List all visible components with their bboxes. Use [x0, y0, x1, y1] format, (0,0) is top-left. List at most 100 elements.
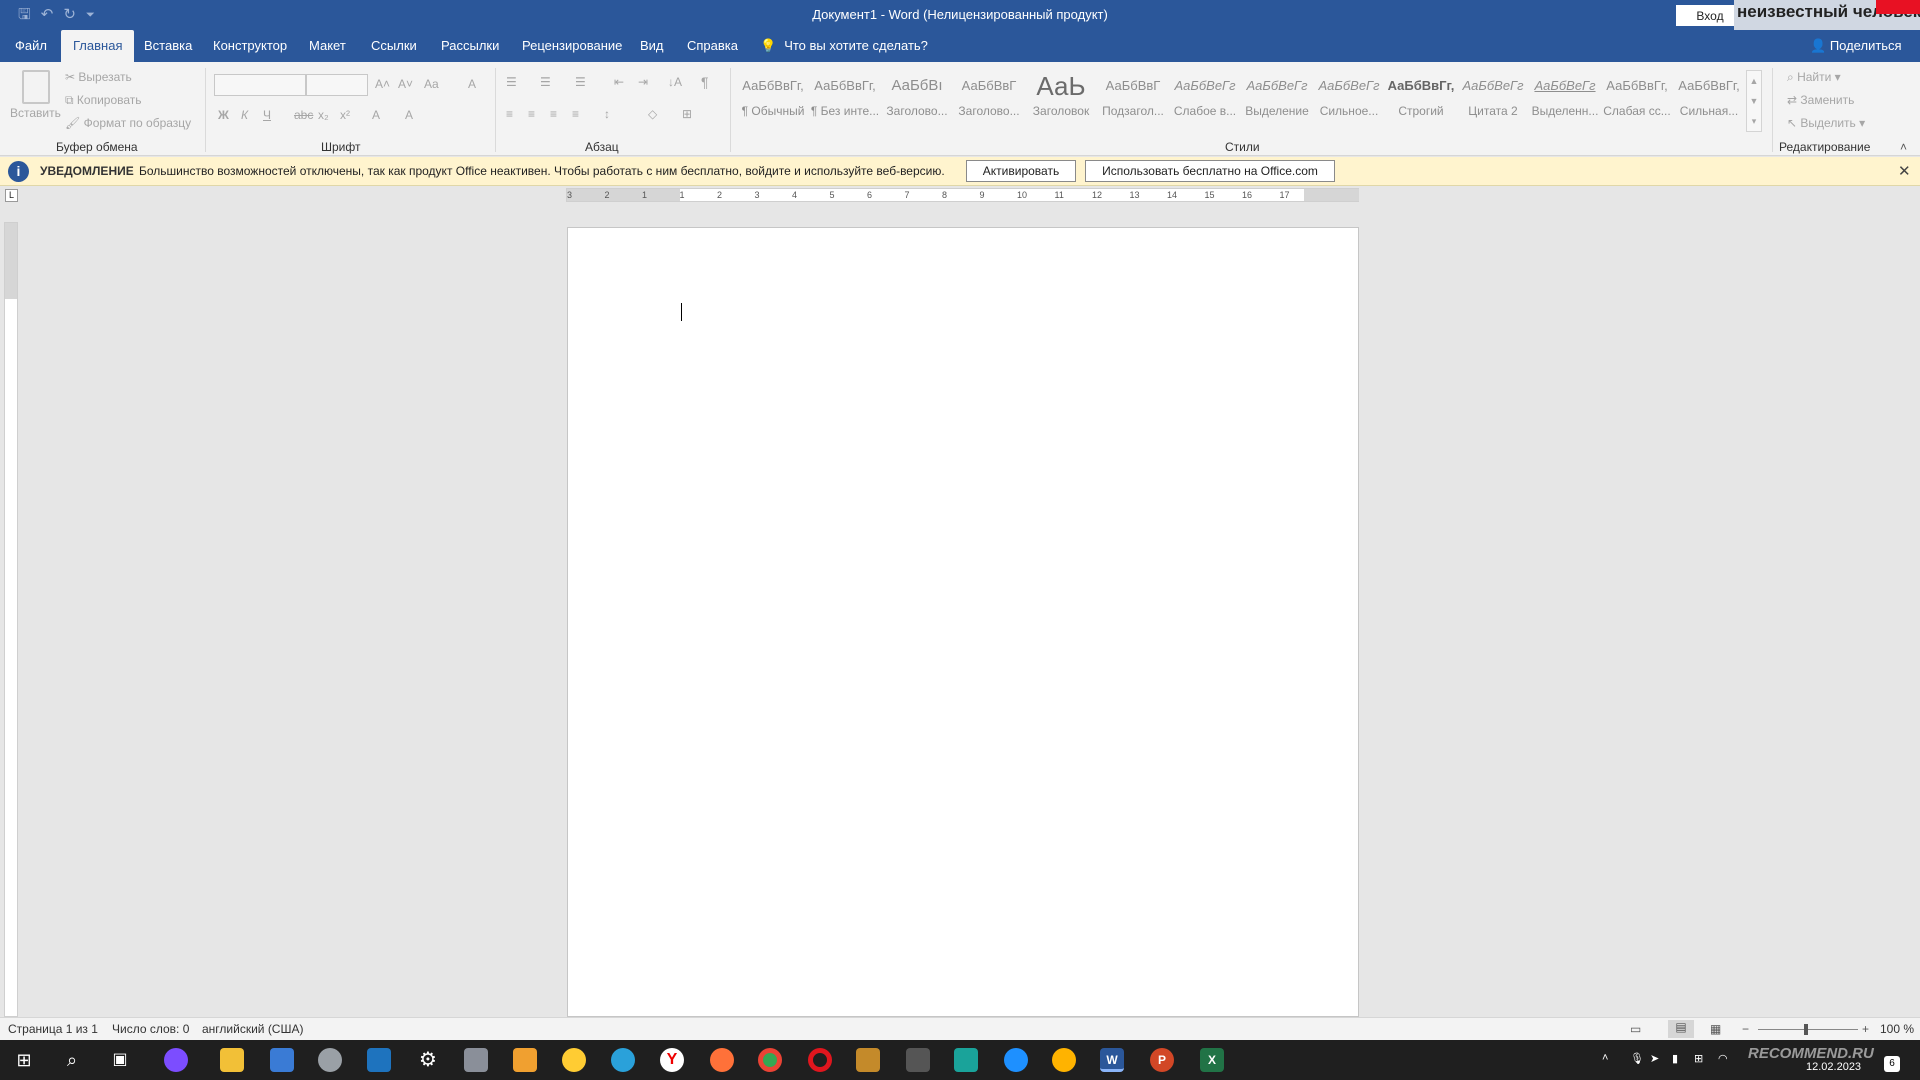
vertical-ruler[interactable] — [4, 222, 18, 1017]
search-icon[interactable]: ⌕ — [60, 1048, 84, 1072]
tab-mailings[interactable]: Рассылки — [441, 30, 499, 62]
style-item[interactable]: АаБбВеГг Выделенн... — [1530, 68, 1600, 130]
tab-layout[interactable]: Макет — [309, 30, 346, 62]
close-notification-icon[interactable]: ✕ — [1898, 162, 1911, 180]
style-item[interactable]: АаБбВеГг Сильное... — [1314, 68, 1384, 130]
tab-home[interactable]: Главная — [61, 30, 135, 62]
find-button[interactable]: ⌕ Найти ▾ — [1787, 70, 1841, 85]
collapse-ribbon-icon[interactable]: ˄ — [1900, 140, 1907, 154]
game-app-icon[interactable] — [856, 1048, 880, 1072]
alice-assistant-icon[interactable] — [164, 1048, 188, 1072]
excel-app-icon[interactable]: X — [1200, 1048, 1224, 1072]
copy-button[interactable]: ⧉ Копировать — [65, 93, 142, 108]
format-painter-button[interactable]: 🖌 Формат по образцу — [65, 116, 191, 130]
style-item[interactable]: АаБбВвГ Заголово... — [954, 68, 1024, 130]
shrink-font-button[interactable]: A˅ — [398, 77, 413, 91]
style-item[interactable]: АаБбВвГг, Сильная... — [1674, 68, 1744, 130]
styles-scroll[interactable]: ▲ ▼ ▾ — [1746, 70, 1762, 132]
tab-file[interactable]: Файл — [15, 30, 47, 62]
wifi-icon[interactable]: ◠ — [1718, 1052, 1728, 1065]
tab-view[interactable]: Вид — [640, 30, 664, 62]
file-explorer-icon[interactable] — [220, 1048, 244, 1072]
tell-me-search[interactable]: 💡 Что вы хотите сделать? — [760, 30, 928, 62]
line-spacing-icon[interactable]: ↕ — [604, 107, 610, 121]
use-free-button[interactable]: Использовать бесплатно на Office.com — [1085, 160, 1335, 182]
text-effects-button[interactable]: A — [372, 108, 380, 122]
web-layout-icon[interactable]: ▦ — [1710, 1022, 1721, 1036]
opera-icon[interactable] — [808, 1048, 832, 1072]
zoom-slider[interactable] — [1758, 1029, 1858, 1030]
language-indicator[interactable]: английский (США) — [202, 1022, 303, 1036]
strikethrough-button[interactable]: abc — [294, 108, 313, 122]
font-color-button[interactable]: A — [405, 108, 413, 122]
horizontal-ruler[interactable]: 3 2 1 1 2 3 4 5 6 7 8 9 10 11 12 13 14 15 16 17 — [566, 188, 1359, 202]
style-item[interactable]: АаБбВвГг, ¶ Без инте... — [810, 68, 880, 130]
media-app-icon[interactable] — [954, 1048, 978, 1072]
network-icon[interactable]: ⊞ — [1694, 1052, 1703, 1065]
windows-start-icon[interactable]: ⊞ — [12, 1048, 36, 1072]
microphone-icon[interactable]: 🎙 — [1630, 1052, 1644, 1065]
tab-review[interactable]: Рецензирование — [522, 30, 622, 62]
media-player-icon[interactable] — [513, 1048, 537, 1072]
style-item[interactable]: АаБбВвГг, Слабая сс... — [1602, 68, 1672, 130]
style-item[interactable]: АаБбВеГг Слабое в... — [1170, 68, 1240, 130]
tab-help[interactable]: Справка — [687, 30, 738, 62]
powerpoint-app-icon[interactable]: P — [1150, 1048, 1174, 1072]
style-item[interactable]: АаБбВеГг Выделение — [1242, 68, 1312, 130]
italic-button[interactable]: К — [241, 108, 248, 122]
app-window-icon[interactable] — [270, 1048, 294, 1072]
show-marks-button[interactable]: ¶ — [701, 74, 709, 90]
app-globe-icon[interactable] — [318, 1048, 342, 1072]
telegram-icon[interactable] — [611, 1048, 635, 1072]
tab-insert[interactable]: Вставка — [144, 30, 192, 62]
document-page[interactable] — [567, 227, 1359, 1017]
gun-app-icon[interactable] — [906, 1048, 930, 1072]
tab-selector[interactable]: L — [5, 189, 18, 202]
app-screen-icon[interactable] — [464, 1048, 488, 1072]
zoom-slider-thumb[interactable] — [1804, 1024, 1808, 1035]
style-item[interactable]: АаБбВвГг, Строгий — [1386, 68, 1456, 130]
tab-references[interactable]: Ссылки — [371, 30, 417, 62]
bold-button[interactable]: Ж — [218, 108, 229, 122]
chrome-icon[interactable] — [758, 1048, 782, 1072]
zoom-level[interactable]: 100 % — [1880, 1022, 1914, 1036]
paste-button[interactable]: Вставить — [10, 106, 61, 120]
tray-chevron-icon[interactable]: ˄ — [1602, 1052, 1608, 1064]
sort-button[interactable]: ↓A — [668, 75, 682, 89]
align-left-icon[interactable]: ≡ — [506, 107, 513, 121]
tray-telegram-icon[interactable]: ➤ — [1650, 1052, 1659, 1065]
style-item[interactable]: АаБбВвГ Подзагол... — [1098, 68, 1168, 130]
font-name-combo[interactable] — [214, 74, 306, 96]
share-button[interactable]: 👤 Поделиться — [1810, 30, 1902, 62]
yandex-browser-icon[interactable]: Y — [660, 1048, 684, 1072]
word-app-icon[interactable]: W — [1100, 1048, 1124, 1072]
justify-icon[interactable]: ≡ — [572, 107, 579, 121]
select-button[interactable]: ↖ Выделить ▾ — [1787, 116, 1865, 130]
notification-count-badge[interactable]: 6 — [1884, 1056, 1900, 1072]
app-blue-icon[interactable] — [1004, 1048, 1028, 1072]
style-item[interactable]: АаЬ Заголовок — [1026, 68, 1096, 130]
shading-icon[interactable]: ◇ — [648, 107, 657, 121]
zoom-in-button[interactable]: + — [1862, 1022, 1869, 1036]
read-mode-icon[interactable]: ▭ — [1630, 1022, 1641, 1036]
battery-icon[interactable]: ▮ — [1672, 1052, 1678, 1065]
task-view-icon[interactable]: ▣ — [108, 1048, 132, 1072]
bullets-icon[interactable]: ☰ — [506, 75, 517, 89]
decrease-indent-icon[interactable]: ⇤ — [614, 75, 624, 89]
tab-design[interactable]: Конструктор — [213, 30, 287, 62]
style-item[interactable]: АаБбВеГг Цитата 2 — [1458, 68, 1528, 130]
activate-button[interactable]: Активировать — [966, 160, 1076, 182]
borders-icon[interactable]: ⊞ — [682, 107, 692, 121]
underline-button[interactable]: Ч — [263, 108, 271, 122]
increase-indent-icon[interactable]: ⇥ — [638, 75, 648, 89]
change-case-button[interactable]: Aa — [424, 77, 439, 91]
firefox-icon[interactable] — [710, 1048, 734, 1072]
word-count[interactable]: Число слов: 0 — [112, 1022, 189, 1036]
calculator-icon[interactable] — [367, 1048, 391, 1072]
replace-button[interactable]: ⇄ Заменить — [1787, 93, 1854, 107]
music-app-icon[interactable] — [1052, 1048, 1076, 1072]
style-item[interactable]: АаБбВвГг, ¶ Обычный — [738, 68, 808, 130]
align-right-icon[interactable]: ≡ — [550, 107, 557, 121]
font-size-combo[interactable] — [306, 74, 368, 96]
subscript-button[interactable]: x₂ — [318, 108, 329, 122]
